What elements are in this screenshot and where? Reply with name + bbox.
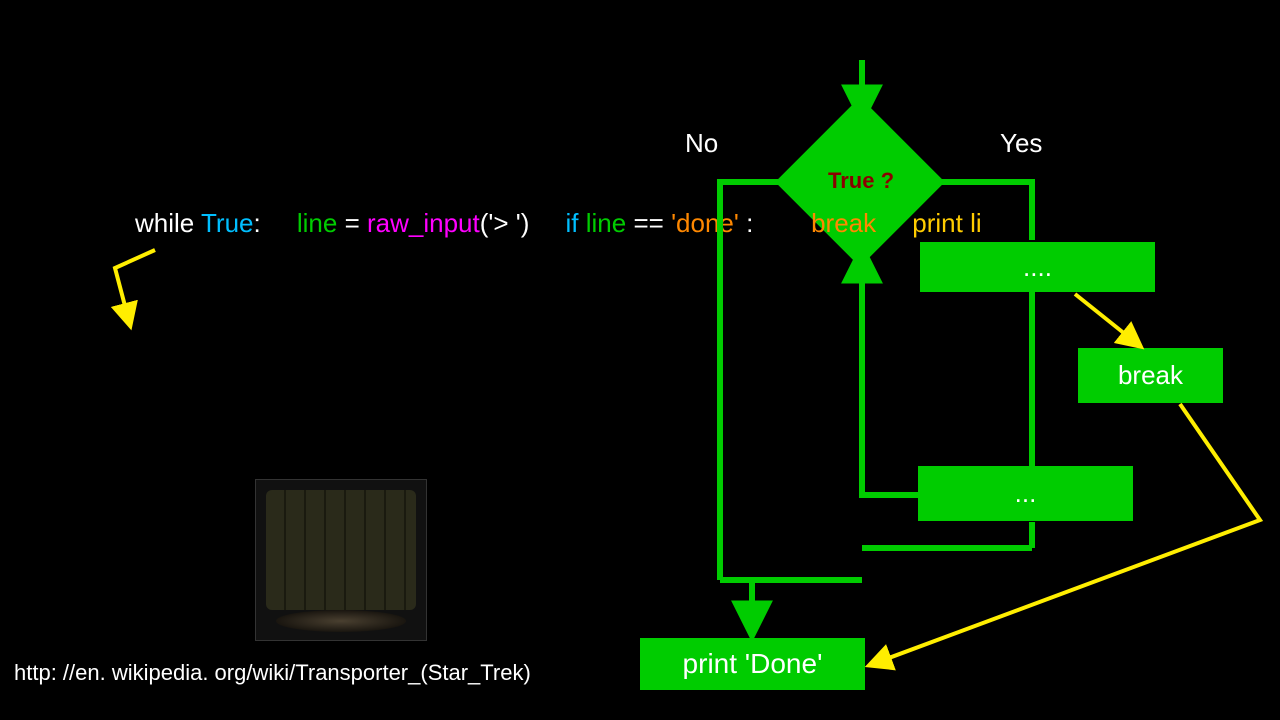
url-text: http: //en. wikipedia. org/wiki/Transpor… bbox=[14, 660, 531, 686]
tok-true: True bbox=[201, 208, 254, 238]
decision-text: True ? bbox=[828, 168, 894, 194]
tok-cond-var: line bbox=[586, 208, 626, 238]
tok-print-arg: li bbox=[970, 208, 982, 238]
box-break: break bbox=[1078, 348, 1223, 403]
tok-rawinput: raw_input bbox=[367, 208, 480, 238]
tok-done-lit: 'done' bbox=[671, 208, 739, 238]
transporter-image bbox=[255, 479, 427, 641]
tok-arg: ('> ') bbox=[480, 208, 530, 238]
tok-assign: = bbox=[337, 208, 367, 238]
tok-cc: : bbox=[739, 208, 753, 238]
tok-line-var: line bbox=[297, 208, 337, 238]
tok-colon: : bbox=[254, 208, 261, 238]
tok-break: break bbox=[811, 208, 876, 238]
tok-print: print bbox=[912, 208, 970, 238]
tok-while: while bbox=[135, 208, 201, 238]
label-no: No bbox=[685, 128, 718, 159]
tok-eq: == bbox=[626, 208, 671, 238]
box-action-2: ... bbox=[918, 466, 1133, 521]
label-yes: Yes bbox=[1000, 128, 1042, 159]
code-line: while True: line = raw_input('> ') if li… bbox=[135, 208, 982, 239]
box-action-1: .... bbox=[920, 242, 1155, 292]
tok-if: if bbox=[566, 208, 586, 238]
box-print-done: print 'Done' bbox=[640, 638, 865, 690]
